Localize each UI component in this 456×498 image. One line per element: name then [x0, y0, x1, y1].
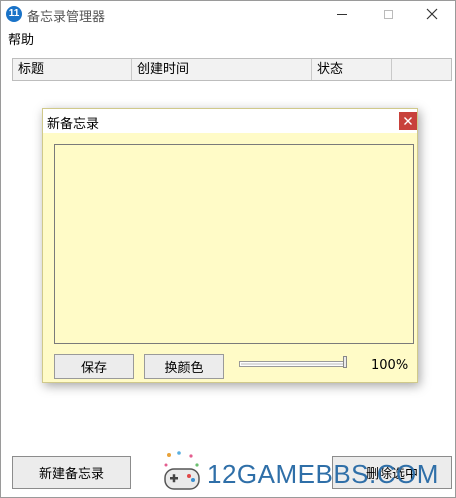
- window-title: 备忘录管理器: [27, 10, 106, 25]
- menu-bar: 帮助: [1, 27, 455, 48]
- list-header: 标题 创建时间 状态: [12, 58, 452, 81]
- column-header-empty: [392, 59, 451, 80]
- column-header-title[interactable]: 标题: [13, 59, 132, 80]
- watermark: 12GAMEBBS.COM: [161, 447, 456, 497]
- change-color-button[interactable]: 换颜色: [144, 354, 224, 379]
- opacity-slider-track: [239, 361, 347, 367]
- opacity-slider-fill: [241, 363, 344, 365]
- minimize-icon: [337, 13, 347, 15]
- column-header-created-time[interactable]: 创建时间: [132, 59, 312, 80]
- close-button[interactable]: [409, 1, 455, 27]
- title-bar: 11 备忘录管理器: [1, 1, 455, 27]
- dialog-close-button[interactable]: [399, 112, 417, 130]
- app-icon: 11: [6, 6, 22, 22]
- watermark-text: 12GAMEBBS.COM: [207, 459, 439, 489]
- maximize-icon: [383, 9, 393, 19]
- gamepad-logo-icon: [164, 451, 200, 490]
- minimize-button[interactable]: [319, 1, 365, 27]
- main-window: 11 备忘录管理器 帮助 标题 创建时间 状态 新建备忘录 删除选中 12GAM…: [0, 0, 456, 498]
- dialog-title: 新备忘录: [47, 117, 100, 132]
- maximize-button[interactable]: [365, 1, 411, 27]
- note-text-area[interactable]: [54, 144, 414, 344]
- column-header-status[interactable]: 状态: [312, 59, 392, 80]
- dialog-title-bar: 新备忘录: [43, 109, 417, 133]
- opacity-slider-thumb[interactable]: [343, 356, 347, 368]
- new-note-dialog: 新备忘录 保存 换颜色 100%: [42, 108, 418, 383]
- opacity-label: 100%: [371, 358, 409, 373]
- save-button[interactable]: 保存: [54, 354, 134, 379]
- close-icon: [404, 117, 412, 125]
- close-icon: [426, 8, 438, 20]
- new-note-button[interactable]: 新建备忘录: [12, 456, 131, 489]
- menu-help[interactable]: 帮助: [8, 29, 34, 48]
- opacity-slider[interactable]: [239, 356, 349, 371]
